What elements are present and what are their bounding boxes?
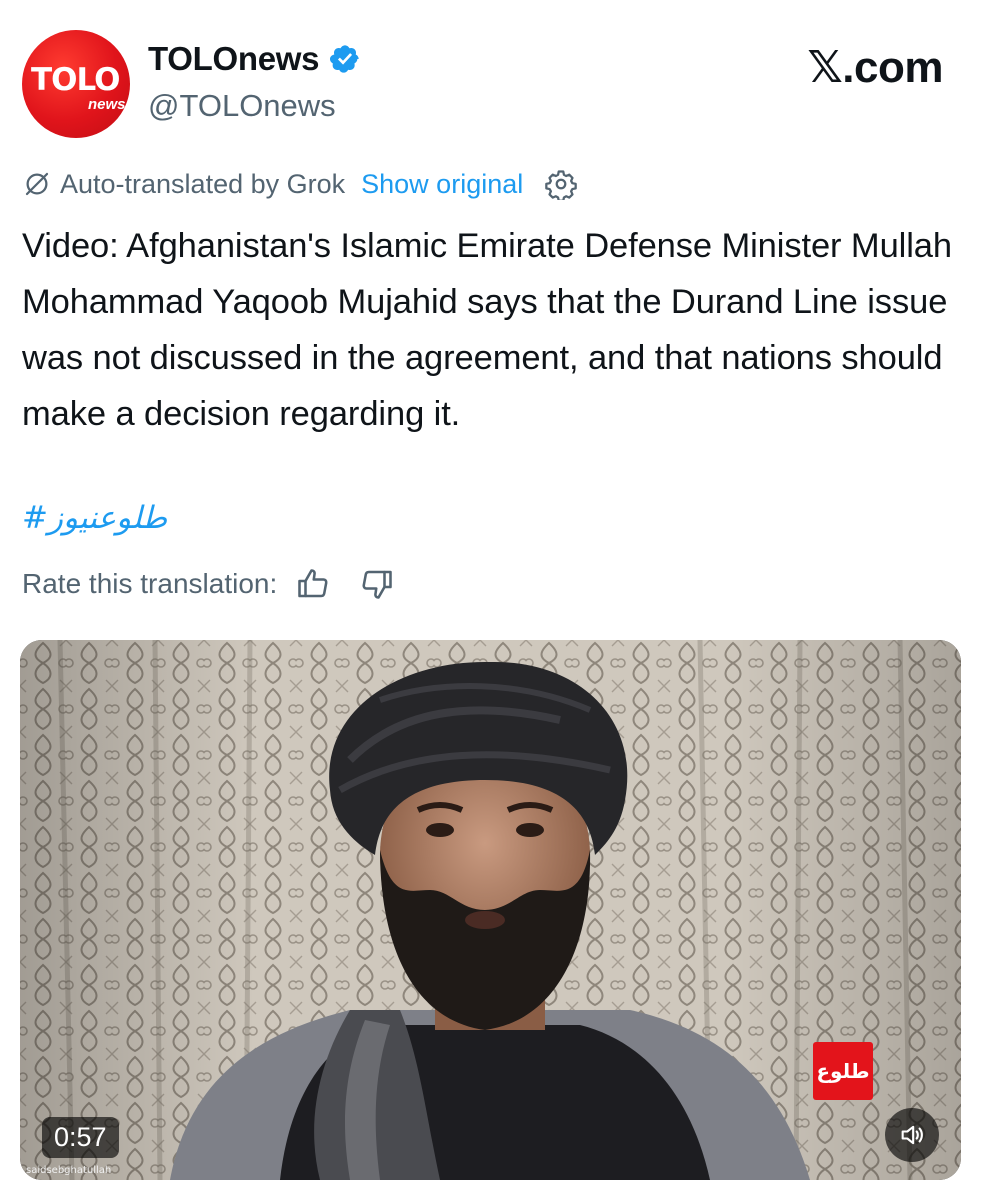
thumbs-down-icon[interactable]: [359, 566, 395, 602]
translation-bar: Auto-translated by Grok Show original: [22, 168, 578, 200]
mute-button[interactable]: [885, 1108, 939, 1162]
display-name-row: TOLOnews: [148, 40, 361, 78]
rate-translation-row: Rate this translation:: [22, 566, 395, 602]
video-duration: 0:57: [42, 1117, 119, 1158]
rate-translation-label: Rate this translation:: [22, 568, 278, 599]
x-brand-logo: 𝕏.com: [807, 43, 943, 92]
hashtag-link[interactable]: #طلوعنیوز: [22, 500, 167, 536]
display-name[interactable]: TOLOnews: [148, 40, 320, 78]
translation-notice: Auto-translated by Grok: [60, 168, 346, 199]
avatar-logo-subtext: news: [88, 96, 126, 113]
tweet-text: Video: Afghanistan's Islamic Emirate Def…: [22, 227, 952, 433]
tweet-screenshot: TOLO news TOLOnews @TOLOnews 𝕏.com Auto-…: [0, 0, 983, 1199]
thumbs-up-icon[interactable]: [295, 566, 331, 602]
translate-slash-icon: [25, 172, 49, 196]
verified-badge-icon: [330, 45, 359, 73]
show-original-link[interactable]: Show original: [361, 169, 523, 200]
speaker-icon: [901, 1125, 923, 1145]
user-handle[interactable]: @TOLOnews: [148, 88, 336, 124]
channel-bug-logo: طلوع: [813, 1042, 873, 1100]
avatar-logo-text: TOLO: [31, 62, 121, 98]
video-player[interactable]: طلوع 0:57 saidsebghatullah: [20, 640, 961, 1180]
video-credit: saidsebghatullah: [26, 1165, 112, 1176]
gear-icon[interactable]: [545, 168, 578, 200]
avatar[interactable]: TOLO news: [22, 30, 130, 138]
